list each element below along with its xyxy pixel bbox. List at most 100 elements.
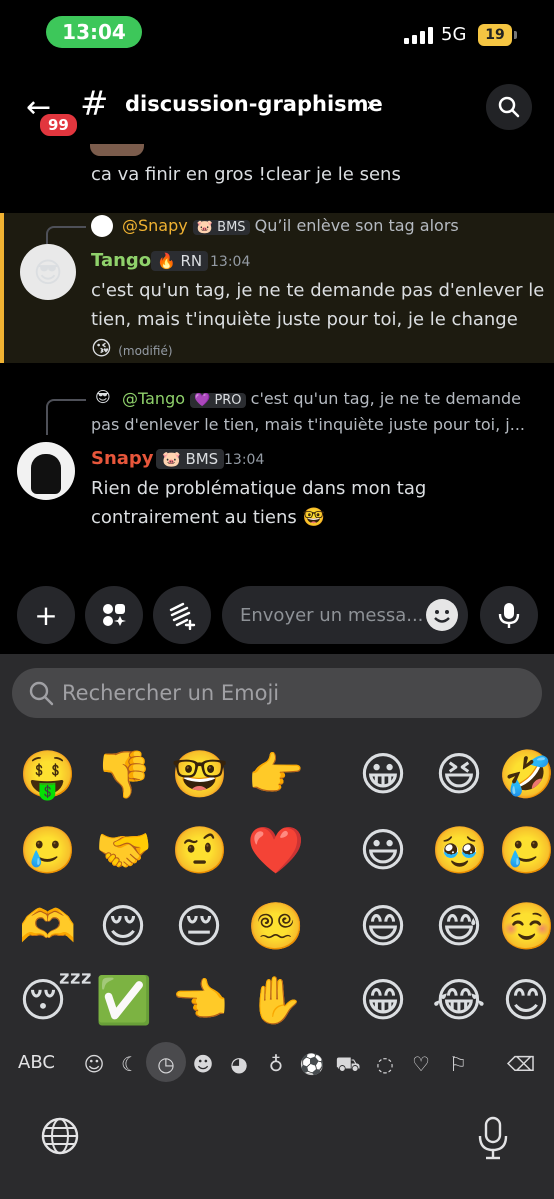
emoji-key[interactable]: 😵‍💫 [247,898,304,954]
face-icon[interactable]: ☺ [80,1052,108,1076]
reply-text-line2: pas d'enlever le tien, mais t'inquiète j… [91,415,525,434]
smiley-icon[interactable]: ☻ [189,1052,217,1076]
signal-icon [404,26,433,44]
microphone-icon [478,1116,508,1160]
emoji-key[interactable]: 😅 [431,898,487,954]
timestamp: 13:04 [224,452,265,468]
message-text: contrairement au tiens [91,507,297,528]
emoji-key[interactable]: ✅ [95,972,152,1028]
username-snapy[interactable]: Snapy [91,448,154,469]
reply-text: Qu’il enlève son tag alors [254,216,459,235]
bulb-icon[interactable]: ◌ [371,1052,399,1076]
emoji-key[interactable]: 😴 [19,972,93,1028]
emoji-key[interactable]: 🥲 [19,822,76,878]
emoji-search-placeholder: Rechercher un Emoji [62,681,280,705]
emoji-search-input[interactable]: Rechercher un Emoji [12,668,542,718]
emoji-key[interactable]: ☺️ [498,898,554,954]
channel-name[interactable]: discussion-graphisme [125,92,383,116]
globe-icon [41,1117,79,1155]
avatar[interactable] [90,144,144,156]
emoji-key[interactable]: 🤣 [498,746,554,802]
reply-avatar [91,215,113,237]
status-time: 13:04 [46,16,142,48]
message-text-line: tien, mais t'inquiète juste pour toi, je… [91,309,518,330]
user-tag-label: BMS [185,450,219,468]
emoji-key[interactable]: 🤓 [171,746,228,802]
search-icon [498,96,520,118]
emoji-key[interactable]: 🤑 [19,746,76,802]
gift-button[interactable] [153,586,211,644]
emoji-key[interactable]: 😀 [355,746,411,802]
reply-connector [46,226,86,244]
voice-message-button[interactable] [480,586,538,644]
abc-button[interactable]: ABC [18,1052,55,1073]
emoji-button[interactable] [426,599,458,631]
emoji-key[interactable]: 👉 [247,746,304,802]
add-button[interactable]: + [17,586,75,644]
emoji-key[interactable]: 🥹 [431,822,488,878]
message-emoji: 😘 (modifié) [91,334,173,366]
message-input-placeholder: Envoyer un messa... [240,604,424,626]
timestamp: 13:04 [210,254,251,270]
emoji-kiss: 😘 [91,336,112,360]
reply-connector [46,399,86,435]
reply-preview[interactable]: @Tango 💜 PRO c'est qu'un tag, je ne te d… [122,389,521,408]
reply-text: c'est qu'un tag, je ne te demande [250,389,522,408]
soccer-icon[interactable]: ⚽ [298,1052,326,1076]
emoji-key[interactable]: 😌 [95,898,151,954]
moon-icon[interactable]: ☾ [116,1052,144,1076]
emoji-key[interactable]: 😆 [431,746,487,802]
composer-bar: + Envoyer un messa... [0,584,554,654]
user-tag: 🐷 BMS [156,449,225,469]
battery-level: 19 [485,27,505,43]
search-button[interactable] [486,84,532,130]
message-input[interactable]: Envoyer un messa... [222,586,468,644]
apple-icon[interactable]: ♁ [262,1052,290,1076]
edited-label: (modifié) [118,344,173,358]
emoji-key[interactable]: 🥲 [498,822,554,878]
reply-tag-label: BMS [217,220,246,235]
emoji-key[interactable]: 😃 [355,822,411,878]
reply-preview[interactable]: @Snapy 🐷 BMS Qu’il enlève son tag alors [122,216,459,235]
emoji-category-bar: ABC ☺ ☾ ◷ ☻ ◕ ♁ ⚽ ⛟ ◌ ♡ ⚐ ⌫ [0,1044,554,1084]
status-bar: 13:04 5G 19 [0,0,554,68]
avatar[interactable]: 😎 [20,244,76,300]
apps-button[interactable] [85,586,143,644]
apps-icon [103,604,126,626]
user-tag: 🔥 RN [151,251,209,271]
avatar[interactable] [17,442,75,500]
emoji-key[interactable]: 👈 [171,972,228,1028]
clock-icon[interactable]: ◷ [152,1052,180,1076]
emoji-key[interactable]: 😄 [355,898,411,954]
dictation-button[interactable] [476,1116,510,1166]
emoji-key[interactable]: ❤️ [247,822,304,878]
search-icon [29,681,54,706]
emoji-key[interactable]: 🫶 [19,898,76,954]
globe-button[interactable] [40,1116,80,1160]
backspace-icon[interactable]: ⌫ [506,1052,536,1076]
dog-icon[interactable]: ◕ [225,1052,253,1076]
car-icon[interactable]: ⛟ [334,1052,362,1079]
chevron-right-icon[interactable]: › [366,92,374,116]
message-text-line: c'est qu'un tag, je ne te demande pas d'… [91,280,545,301]
emoji-key[interactable]: ✋ [247,972,304,1028]
reply-tag: 🐷 BMS [192,220,250,235]
emoji-key[interactable]: 🤨 [171,822,228,878]
emoji-key[interactable]: 😂 [431,972,487,1028]
emoji-key[interactable]: 😁 [355,972,411,1028]
heart-icon[interactable]: ♡ [407,1052,435,1076]
reply-avatar: 😎 [95,388,111,406]
emoji-key[interactable]: 🤝 [95,822,152,878]
channel-hash-icon: # [80,84,109,124]
channel-header: ← 99 # discussion-graphisme › [0,68,554,144]
smiley-icon [434,610,450,623]
unread-badge: 99 [38,112,79,138]
emoji-key[interactable]: 👎 [95,746,152,802]
username-tango[interactable]: Tango [91,250,151,271]
emoji-nerd: 🤓 [302,507,325,528]
emoji-key[interactable]: 😊 [498,972,554,1028]
flag-icon[interactable]: ⚐ [444,1052,472,1076]
reply-mention: @Tango [122,389,186,408]
emoji-key[interactable]: 😔 [171,898,227,954]
reply-tag: 💜 PRO [190,393,246,408]
